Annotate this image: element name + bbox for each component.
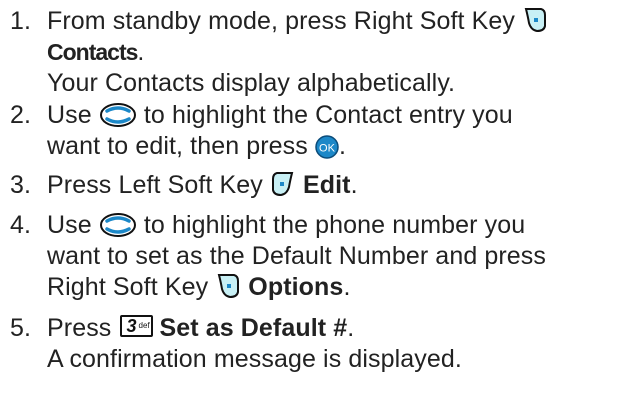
step-number: 2. [10,101,32,129]
step-line: Contacts. [47,37,617,68]
navigation-key-icon [99,102,137,128]
step-text: Right Soft Key [47,273,209,301]
menu-label-edit: Edit [302,171,351,199]
key-letters: def [138,321,150,330]
step-text: want to edit, then press [47,132,308,160]
step-text: Your Contacts display alphabetically. [47,69,456,97]
left-soft-key-icon [270,170,296,198]
step-number: 1. [10,7,32,35]
key-3-icon: 3 def [120,315,154,337]
punctuation: . [343,273,351,301]
step-line: A confirmation message is displayed. [47,344,617,375]
step-number: 4. [10,211,32,239]
step-number: 3. [10,171,32,199]
step-line: Use to highlight the phone number you [47,210,617,241]
svg-text:OK: OK [319,143,336,155]
instruction-page: 1. From standby mode, press Right Soft K… [0,0,625,403]
punctuation: . [338,132,346,160]
step-body: Use to highlight the phone number you wa… [47,210,617,303]
step-text: Use [47,101,92,129]
menu-label-contacts: Contacts [47,39,138,65]
ok-key-icon: OK [315,135,339,159]
step-line: Press 3 def Set as Default #. [47,313,617,344]
menu-label-options: Options [248,273,344,301]
step-text: to highlight the Contact entry you [143,101,513,129]
step-line: Your Contacts display alphabetically. [47,68,617,99]
step-text: Press Left Soft Key [47,171,263,199]
right-soft-key-icon [522,6,548,34]
step-text: to highlight the phone number you [143,211,526,239]
step-text: A confirmation message is displayed. [47,345,462,373]
punctuation: . [137,38,145,66]
step-text: want to set as the Default Number and pr… [47,242,547,270]
step-text: Use [47,211,92,239]
right-soft-key-icon [215,272,241,300]
key-digit: 3 [126,316,137,336]
step-line: Right Soft Key Options. [47,272,617,303]
step-body: Use to highlight the Contact entry you w… [47,100,617,162]
menu-label-set-as-default: Set as Default # [159,314,348,342]
navigation-key-icon [99,212,137,238]
step-line: From standby mode, press Right Soft Key [47,6,617,37]
step-body: Press Left Soft Key Edit. [47,170,617,201]
step-line: Use to highlight the Contact entry you [47,100,617,131]
step-body: Press 3 def Set as Default #. A confirma… [47,313,617,375]
step-line: want to edit, then press OK . [47,131,617,162]
step-number: 5. [10,314,32,342]
step-line: want to set as the Default Number and pr… [47,241,617,272]
step-line: Press Left Soft Key Edit. [47,170,617,201]
step-body: From standby mode, press Right Soft Key … [47,6,617,99]
step-text: From standby mode, press Right Soft Key [47,7,515,35]
step-text: Press [47,314,112,342]
punctuation: . [347,314,355,342]
punctuation: . [350,171,358,199]
